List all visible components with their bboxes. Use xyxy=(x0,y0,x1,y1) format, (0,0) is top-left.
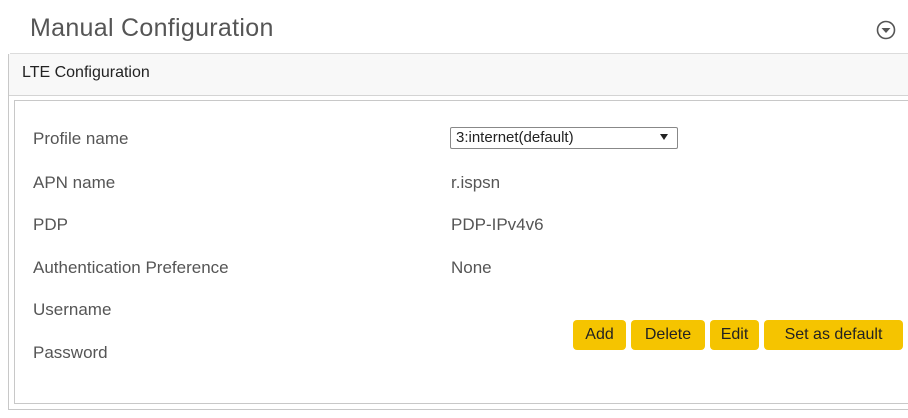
page-title: Manual Configuration xyxy=(30,14,274,42)
dropdown-arrow-icon xyxy=(660,134,668,140)
pdp-value: PDP-IPv4v6 xyxy=(451,215,544,234)
password-label: Password xyxy=(33,343,108,362)
add-button[interactable]: Add xyxy=(573,320,626,350)
delete-button[interactable]: Delete xyxy=(631,320,705,350)
profile-details-box: Profile name 3:internet(default) APN nam… xyxy=(14,100,908,404)
chevron-down-circle-icon xyxy=(876,20,896,40)
profile-name-row: Profile name 3:internet(default) xyxy=(33,127,893,151)
apn-name-value: r.ispsn xyxy=(451,173,501,192)
apn-name-label: APN name xyxy=(33,173,116,192)
username-row: Username xyxy=(33,298,893,322)
profile-name-selected-value: 3:internet(default) xyxy=(456,129,574,146)
auth-preference-row: Authentication Preference None xyxy=(33,256,893,280)
collapse-toggle[interactable] xyxy=(876,20,896,40)
panel-header: LTE Configuration xyxy=(9,54,908,96)
pdp-label: PDP xyxy=(33,215,68,234)
profile-name-label: Profile name xyxy=(33,129,129,148)
edit-button[interactable]: Edit xyxy=(710,320,759,350)
apn-name-row: APN name r.ispsn xyxy=(33,171,893,195)
auth-preference-value: None xyxy=(451,258,492,277)
set-as-default-button[interactable]: Set as default xyxy=(764,320,903,350)
pdp-row: PDP PDP-IPv4v6 xyxy=(33,213,893,237)
lte-configuration-panel: LTE Configuration Profile name 3:interne… xyxy=(8,54,908,410)
username-label: Username xyxy=(33,300,112,319)
panel-title: LTE Configuration xyxy=(22,64,150,81)
auth-preference-label: Authentication Preference xyxy=(33,258,229,277)
profile-name-select[interactable]: 3:internet(default) xyxy=(450,127,678,149)
